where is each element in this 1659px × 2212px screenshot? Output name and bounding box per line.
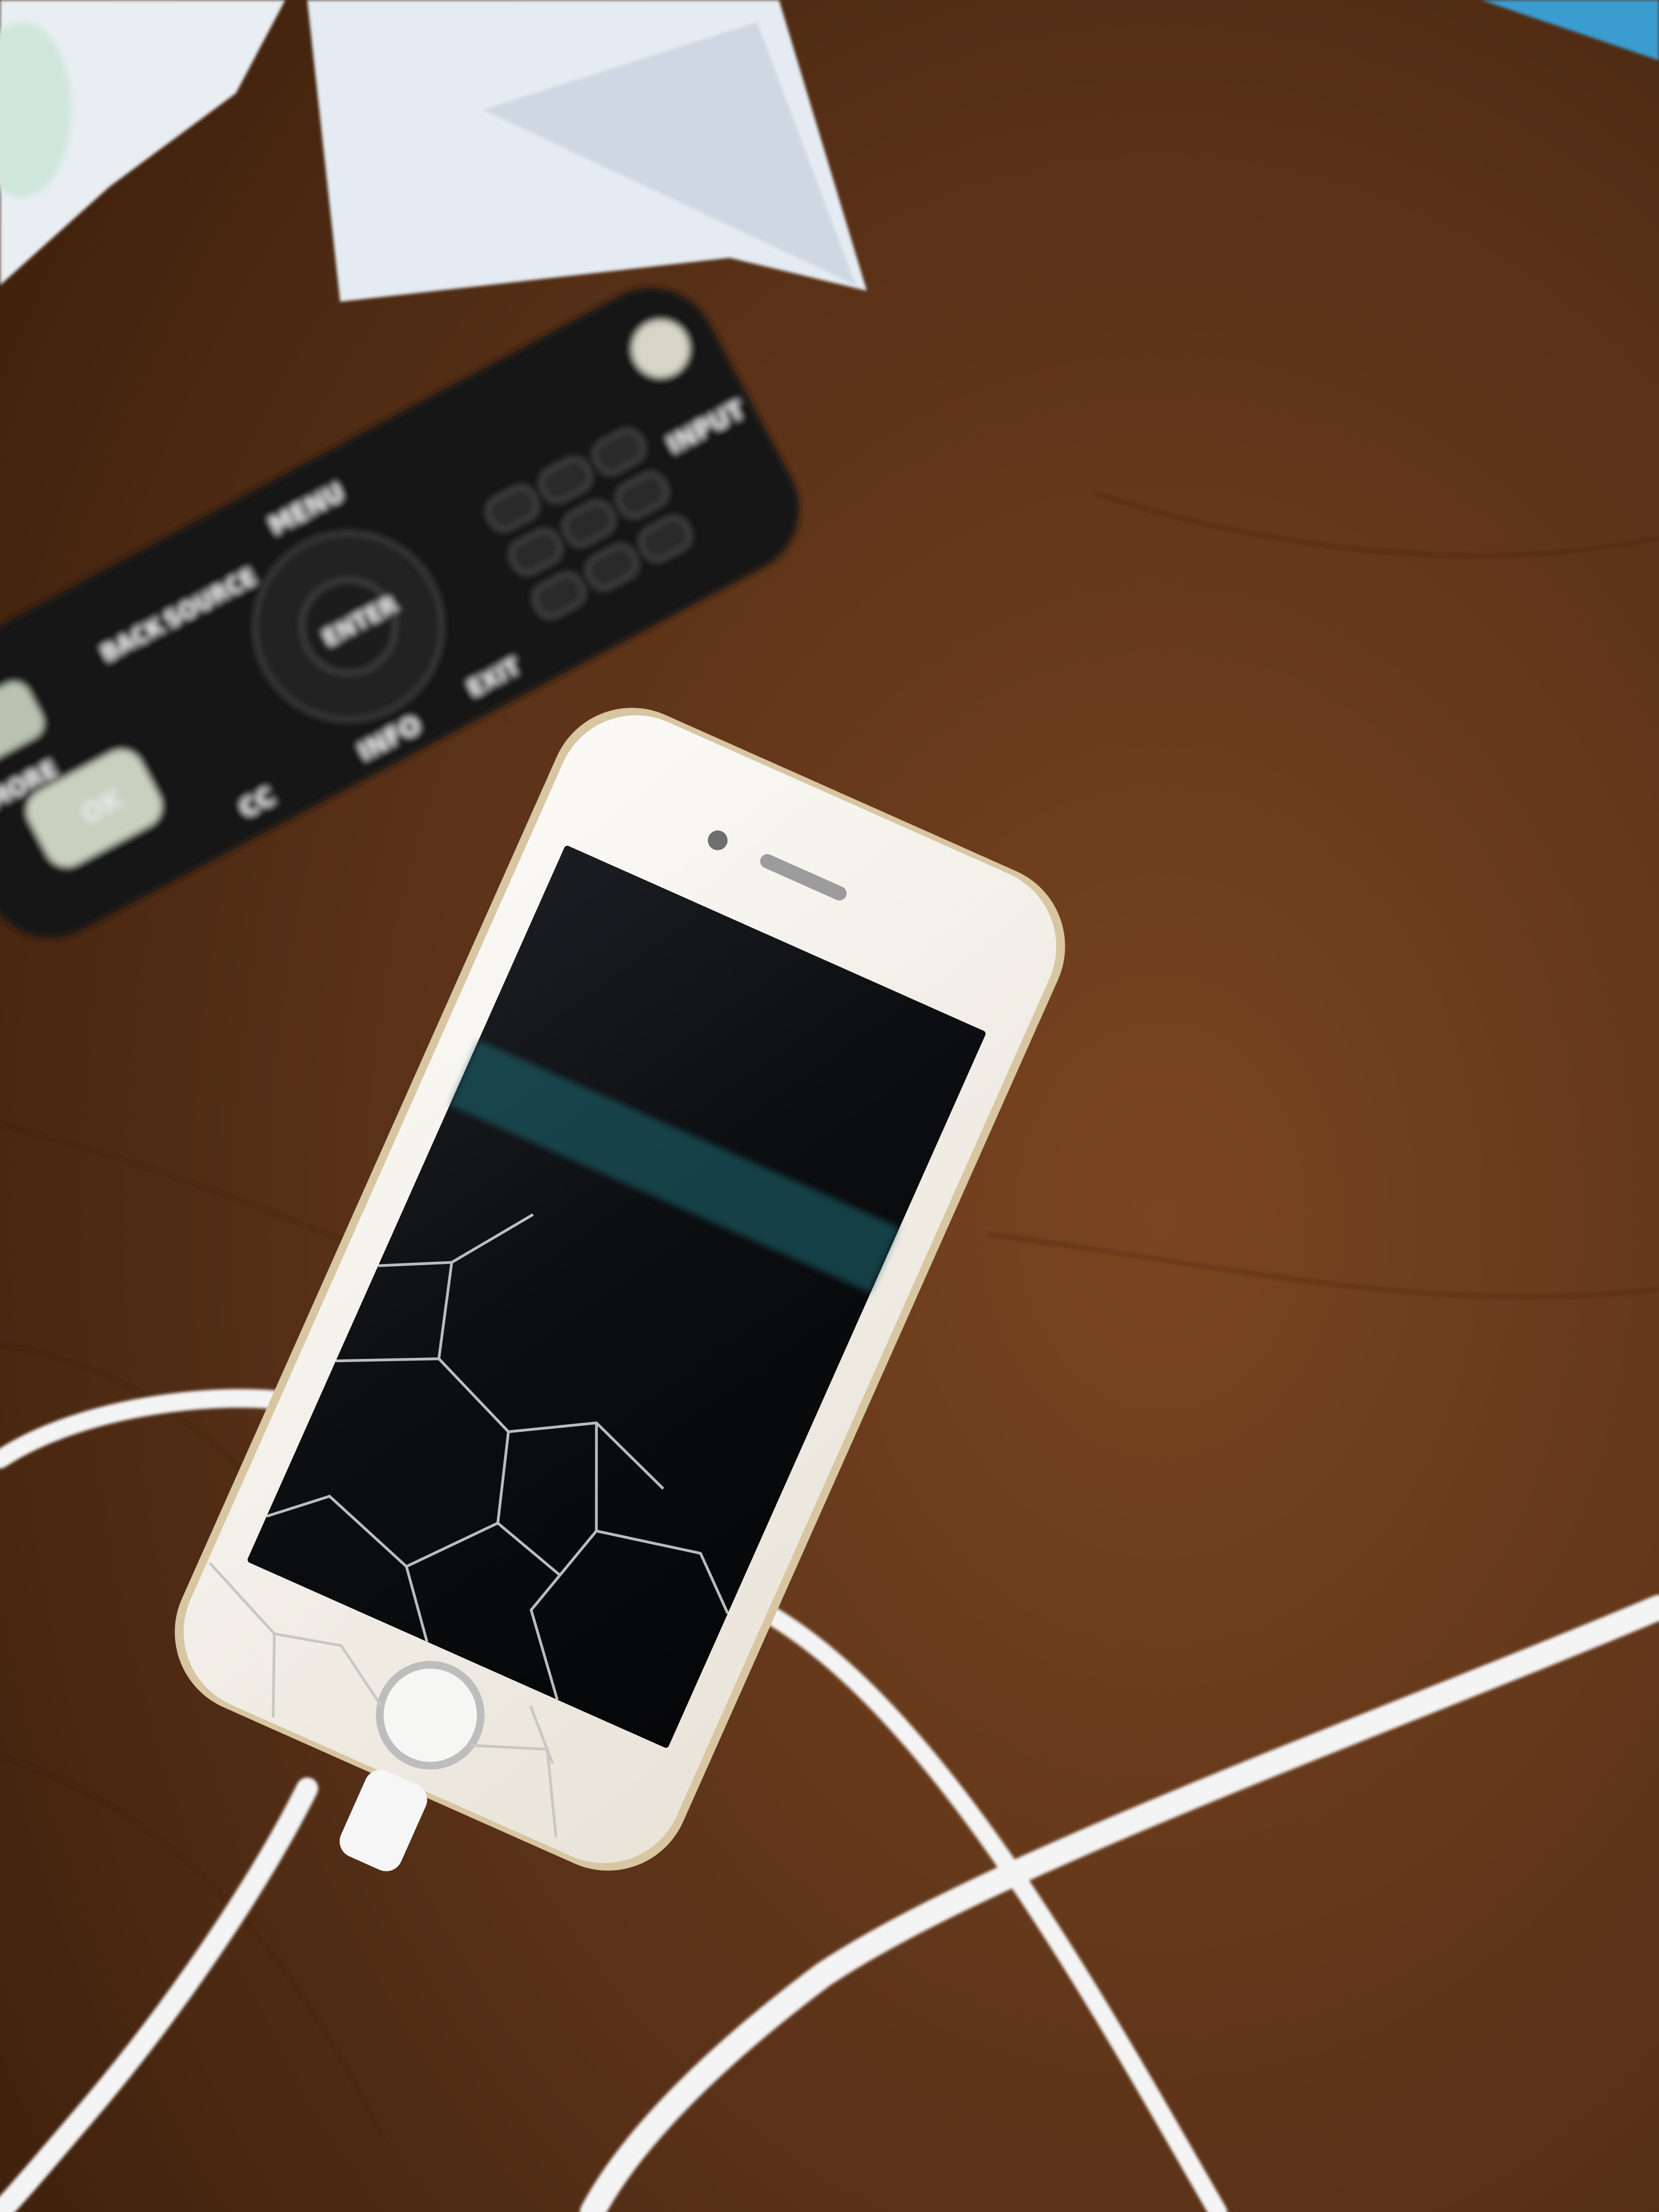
photo-scene: MENU ENTER SOURCE INFO EXIT BACK MORE OK… [0, 0, 1659, 2212]
